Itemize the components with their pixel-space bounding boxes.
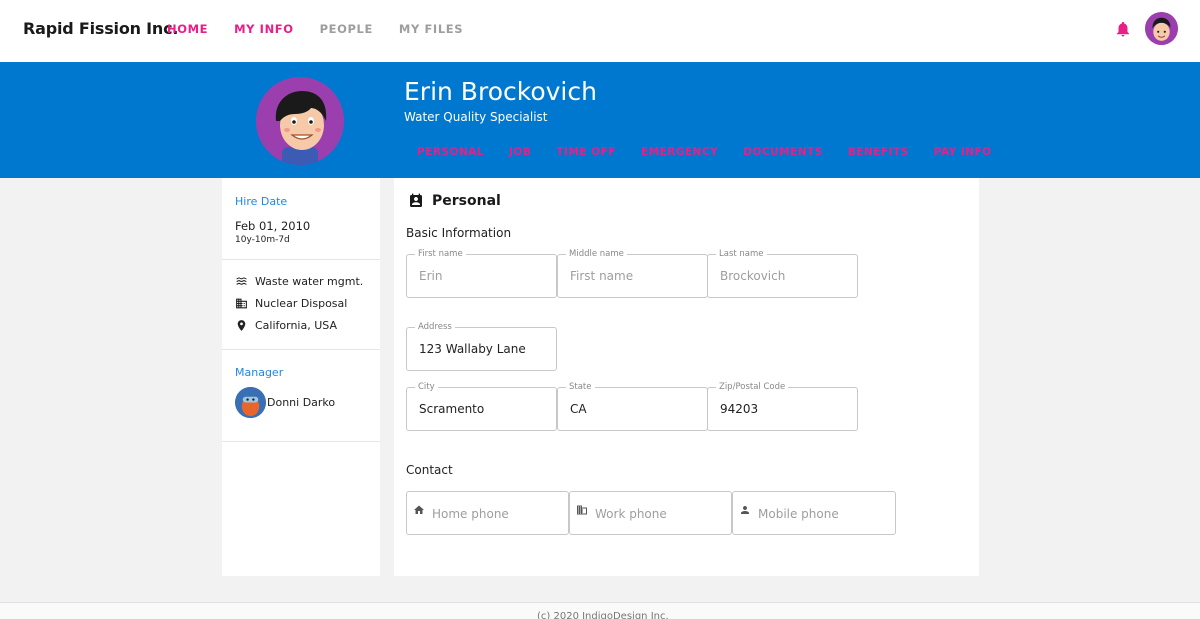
department-row: Waste water mgmt. <box>235 270 380 292</box>
location-pin-icon <box>237 319 246 331</box>
mobile-phone-field[interactable] <box>732 491 896 535</box>
hire-date-label: Hire Date <box>235 195 288 208</box>
profile-tabs: PERSONAL JOB TIME OFF EMERGENCY DOCUMENT… <box>417 146 1017 158</box>
city-input[interactable] <box>419 402 539 416</box>
tab-documents[interactable]: DOCUMENTS <box>743 146 823 158</box>
profile-header: Erin Brockovich Water Quality Specialist… <box>0 62 1200 178</box>
tenure-value: 10y-10m-7d <box>235 235 290 245</box>
main-nav: HOME MY INFO PEOPLE MY FILES <box>167 22 489 36</box>
personal-section-title: Personal <box>408 193 501 209</box>
zip-input[interactable] <box>720 402 840 416</box>
address-input[interactable] <box>419 342 539 356</box>
home-phone-field[interactable] <box>406 491 569 535</box>
contact-heading: Contact <box>406 463 453 477</box>
address-field[interactable]: Address <box>406 322 557 371</box>
last-name-input[interactable] <box>720 269 840 283</box>
manager-row[interactable]: Donni Darko <box>235 387 380 418</box>
first-name-input[interactable] <box>419 269 539 283</box>
nav-my-files[interactable]: MY FILES <box>399 22 463 36</box>
tab-pay-info[interactable]: PAY INFO <box>934 146 992 158</box>
department-text: Waste water mgmt. <box>255 274 364 288</box>
division-text: Nuclear Disposal <box>255 296 348 310</box>
work-phone-field[interactable] <box>569 491 732 535</box>
hire-section: Hire Date Feb 01, 2010 10y-10m-7d <box>222 178 380 260</box>
top-bar: Rapid Fission Inc. HOME MY INFO PEOPLE M… <box>0 0 1200 62</box>
zip-field[interactable]: Zip/Postal Code <box>707 382 858 431</box>
nav-home[interactable]: HOME <box>167 22 208 36</box>
state-label: State <box>566 382 595 392</box>
user-avatar[interactable] <box>1145 12 1178 45</box>
footer-copyright: (c) 2020 IndigoDesign Inc. <box>537 611 669 619</box>
contact-card-icon <box>410 193 422 207</box>
personal-title-text: Personal <box>432 193 501 209</box>
first-name-field[interactable]: First name <box>406 249 557 298</box>
profile-avatar <box>256 77 344 165</box>
middle-name-input[interactable] <box>570 269 690 283</box>
last-name-field[interactable]: Last name <box>707 249 858 298</box>
building-icon <box>236 298 247 308</box>
location-text: California, USA <box>255 318 337 332</box>
personal-card: Personal Basic Information First name Mi… <box>394 178 979 576</box>
middle-name-label: Middle name <box>566 249 627 259</box>
manager-section: Manager Donni Darko <box>222 350 380 442</box>
city-field[interactable]: City <box>406 382 557 431</box>
profile-name: Erin Brockovich <box>404 77 597 106</box>
tab-emergency[interactable]: EMERGENCY <box>641 146 718 158</box>
work-phone-input[interactable] <box>595 507 715 521</box>
home-icon <box>414 505 424 514</box>
person-icon <box>741 506 749 514</box>
city-label: City <box>415 382 438 392</box>
state-field[interactable]: State <box>557 382 708 431</box>
home-phone-input[interactable] <box>432 507 552 521</box>
address-label: Address <box>415 322 455 332</box>
division-row: Nuclear Disposal <box>235 292 380 314</box>
middle-name-field[interactable]: Middle name <box>557 249 708 298</box>
mobile-phone-input[interactable] <box>758 507 878 521</box>
manager-name[interactable]: Donni Darko <box>267 396 335 409</box>
location-row: California, USA <box>235 314 380 336</box>
basic-info-heading: Basic Information <box>406 226 512 240</box>
manager-avatar[interactable] <box>235 387 266 418</box>
nav-my-info[interactable]: MY INFO <box>234 22 294 36</box>
profile-job-title: Water Quality Specialist <box>404 110 548 124</box>
tab-time-off[interactable]: TIME OFF <box>556 146 616 158</box>
nav-people[interactable]: PEOPLE <box>320 22 373 36</box>
tab-job[interactable]: JOB <box>509 146 531 158</box>
manager-label: Manager <box>235 366 284 379</box>
tab-benefits[interactable]: BENEFITS <box>848 146 909 158</box>
waves-icon <box>236 276 247 285</box>
org-info-section: Waste water mgmt. Nuclear Disposal Calif… <box>222 260 380 350</box>
building-icon <box>577 505 587 515</box>
zip-label: Zip/Postal Code <box>716 382 789 392</box>
last-name-label: Last name <box>716 249 767 259</box>
notification-bell-icon[interactable] <box>1114 20 1132 38</box>
state-input[interactable] <box>570 402 690 416</box>
hire-date-value: Feb 01, 2010 <box>235 219 311 233</box>
first-name-label: First name <box>415 249 466 259</box>
summary-card: Hire Date Feb 01, 2010 10y-10m-7d Waste … <box>222 178 380 576</box>
brand-name[interactable]: Rapid Fission Inc. <box>23 19 178 38</box>
footer: (c) 2020 IndigoDesign Inc. <box>0 602 1200 619</box>
tab-personal[interactable]: PERSONAL <box>417 146 484 158</box>
